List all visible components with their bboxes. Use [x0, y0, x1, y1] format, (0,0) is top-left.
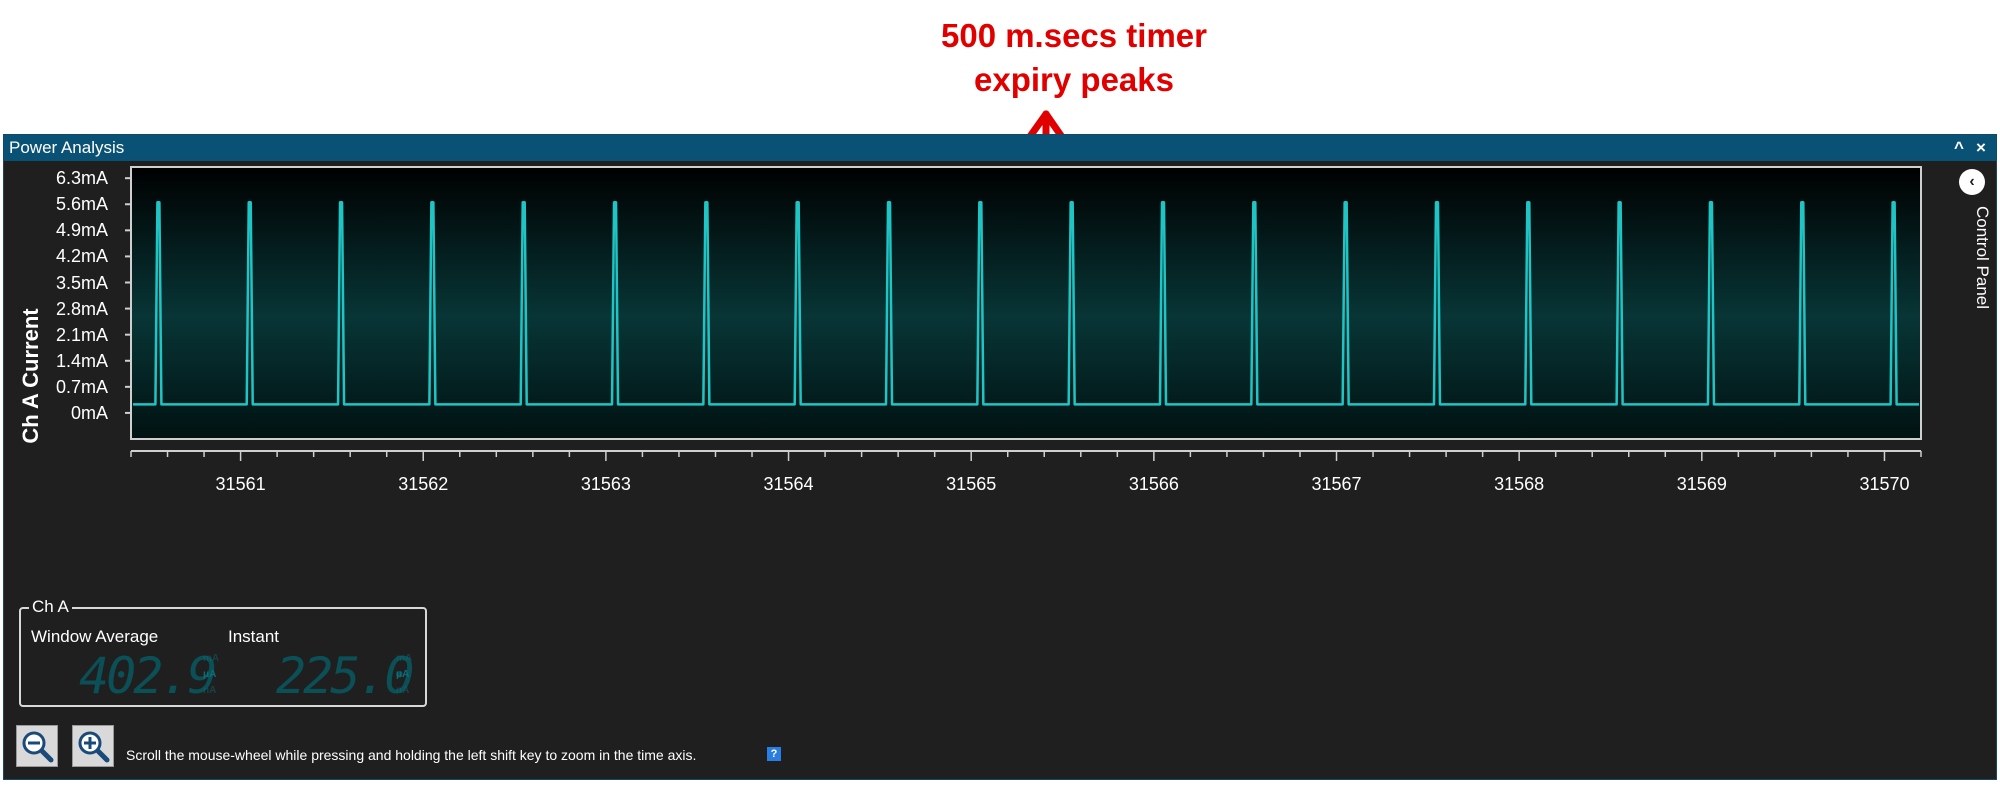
peak-point	[1252, 200, 1256, 204]
control-panel-label[interactable]: Control Panel	[1972, 206, 1992, 309]
zoom-in-icon	[78, 731, 110, 763]
channel-a-readout: Ch A Window Average Instant 402.9 mA μA …	[19, 597, 427, 707]
peak-point	[1709, 200, 1713, 204]
window-average-unit-ua: μA	[203, 669, 217, 680]
window-title: Power Analysis	[9, 138, 125, 157]
peak-point	[1435, 200, 1439, 204]
window-average-unit-na: nA	[203, 685, 217, 696]
power-analysis-window: Power Analysis ^ × Ch A Current 6.3mA 5.6…	[3, 134, 1997, 780]
zoom-out-button[interactable]	[16, 725, 58, 767]
annotation-arrows	[1023, 110, 1069, 140]
control-panel-toggle-icon[interactable]: ‹	[1959, 169, 1985, 195]
peak-point	[1526, 200, 1530, 204]
annotation: 500 m.secs timer expiry peaks	[0, 0, 2000, 140]
peak-point	[522, 200, 526, 204]
plot-area	[130, 166, 1922, 440]
peak-point	[248, 200, 252, 204]
peak-point	[1618, 200, 1622, 204]
peak-point	[1161, 200, 1165, 204]
instant-unit-ua: μA	[396, 669, 410, 680]
peak-point	[1892, 200, 1896, 204]
channel-name: Ch A	[29, 597, 72, 617]
window-average-unit-ma: mA	[203, 653, 220, 664]
peak-point	[156, 200, 160, 204]
control-panel-tab[interactable]: ‹ Control Panel	[1944, 161, 1996, 361]
peak-point	[887, 200, 891, 204]
zoom-out-icon	[22, 731, 54, 763]
peak-point	[613, 200, 617, 204]
minimize-icon[interactable]: ^	[1950, 135, 1968, 161]
peak-point	[704, 200, 708, 204]
instant-value: 225.0	[276, 647, 415, 705]
peak-point	[1344, 200, 1348, 204]
instant-unit-ma: mA	[396, 653, 413, 664]
peak-point	[1800, 200, 1804, 204]
peak-point	[1070, 200, 1074, 204]
window-average-label: Window Average	[31, 627, 159, 646]
chart-svg	[125, 166, 1922, 461]
peak-point	[430, 200, 434, 204]
help-icon[interactable]: ?	[767, 747, 781, 761]
title-bar: Power Analysis ^ ×	[4, 135, 1996, 161]
peak-point	[796, 200, 800, 204]
zoom-hint-text: Scroll the mouse-wheel while pressing an…	[126, 747, 697, 763]
close-icon[interactable]: ×	[1972, 135, 1990, 161]
instant-label: Instant	[228, 627, 280, 646]
instant-unit-na: nA	[396, 685, 410, 696]
current-chart[interactable]: Ch A Current 6.3mA 5.6mA 4.9mA 4.2mA 3.5mA 2.…	[4, 161, 1934, 681]
window-average-value: 402.9	[79, 647, 218, 705]
zoom-in-button[interactable]	[72, 725, 114, 767]
peak-point	[339, 200, 343, 204]
peak-point	[978, 200, 982, 204]
